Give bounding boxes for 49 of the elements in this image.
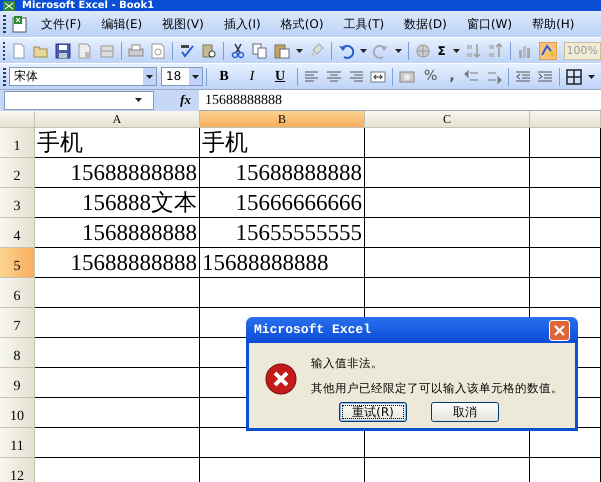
row-header[interactable]: 10 (0, 398, 35, 428)
menu-item[interactable]: 窗口(W) (456, 15, 522, 33)
text-style-button[interactable]: B (214, 66, 234, 86)
font-select[interactable]: 宋体 (9, 67, 157, 86)
row-header[interactable]: 7 (0, 308, 35, 338)
row-header[interactable]: 3 (0, 188, 35, 218)
table-cell[interactable]: 15688888888 (35, 158, 200, 188)
text-style-button[interactable]: U (270, 66, 290, 86)
dialog-button[interactable]: 重试(R) (339, 402, 407, 422)
table-cell[interactable]: 手机 (200, 128, 365, 158)
message-text: 其他用户已经限定了可以输入该单元格的数值。 (311, 380, 563, 398)
table-cell[interactable]: 15688888888 (35, 248, 200, 278)
menu-item[interactable]: 编辑(E) (91, 15, 152, 33)
column-header[interactable]: B (200, 111, 365, 128)
row-header[interactable]: 12 (0, 458, 35, 482)
menu-item[interactable]: 数据(D) (394, 15, 457, 33)
dialog-title: Microsoft Excel (254, 321, 372, 340)
dialog-button[interactable]: 取消 (431, 402, 499, 422)
row-header[interactable]: 6 (0, 278, 35, 308)
formula-field[interactable]: 15688888888 (199, 90, 282, 110)
comma-style-button[interactable]: , (443, 66, 461, 87)
percent-button[interactable]: % (418, 66, 444, 87)
message-text: 输入值非法。 (311, 355, 384, 372)
table-cell[interactable]: 15666666666 (200, 188, 365, 218)
row-header[interactable]: 11 (0, 428, 35, 458)
menu-item[interactable]: 帮助(H) (522, 15, 584, 33)
table-cell[interactable]: 156888文本 (35, 188, 200, 218)
row-header[interactable]: 9 (0, 368, 35, 398)
table-cell[interactable]: 15688888888 (200, 248, 365, 278)
row-header[interactable]: 1 (0, 128, 35, 158)
column-header[interactable]: C (365, 111, 530, 128)
menu-item[interactable]: 格式(O) (270, 15, 334, 33)
table-cell[interactable]: 手机 (35, 128, 200, 158)
menu-item[interactable]: 视图(V) (152, 15, 214, 33)
menu-item[interactable]: 插入(I) (214, 15, 271, 33)
row-header[interactable]: 8 (0, 338, 35, 368)
table-cell[interactable]: 1568888888 (35, 218, 200, 248)
table-cell[interactable]: 15688888888 (200, 158, 365, 188)
autosum-button[interactable]: Σ (434, 42, 450, 60)
text-style-button[interactable]: I (242, 66, 262, 86)
row-header[interactable]: 4 (0, 218, 35, 248)
row-header[interactable]: 2 (0, 158, 35, 188)
column-header[interactable]: A (35, 111, 200, 128)
window-title: Microsoft Excel - Book1 (22, 0, 154, 11)
menu-item[interactable]: 文件(F) (31, 15, 92, 33)
table-cell[interactable]: 15655555555 (200, 218, 365, 248)
font-size-select[interactable]: 18 (161, 67, 203, 86)
menu-item[interactable]: 工具(T) (334, 15, 394, 33)
row-header[interactable]: 5 (0, 248, 35, 278)
